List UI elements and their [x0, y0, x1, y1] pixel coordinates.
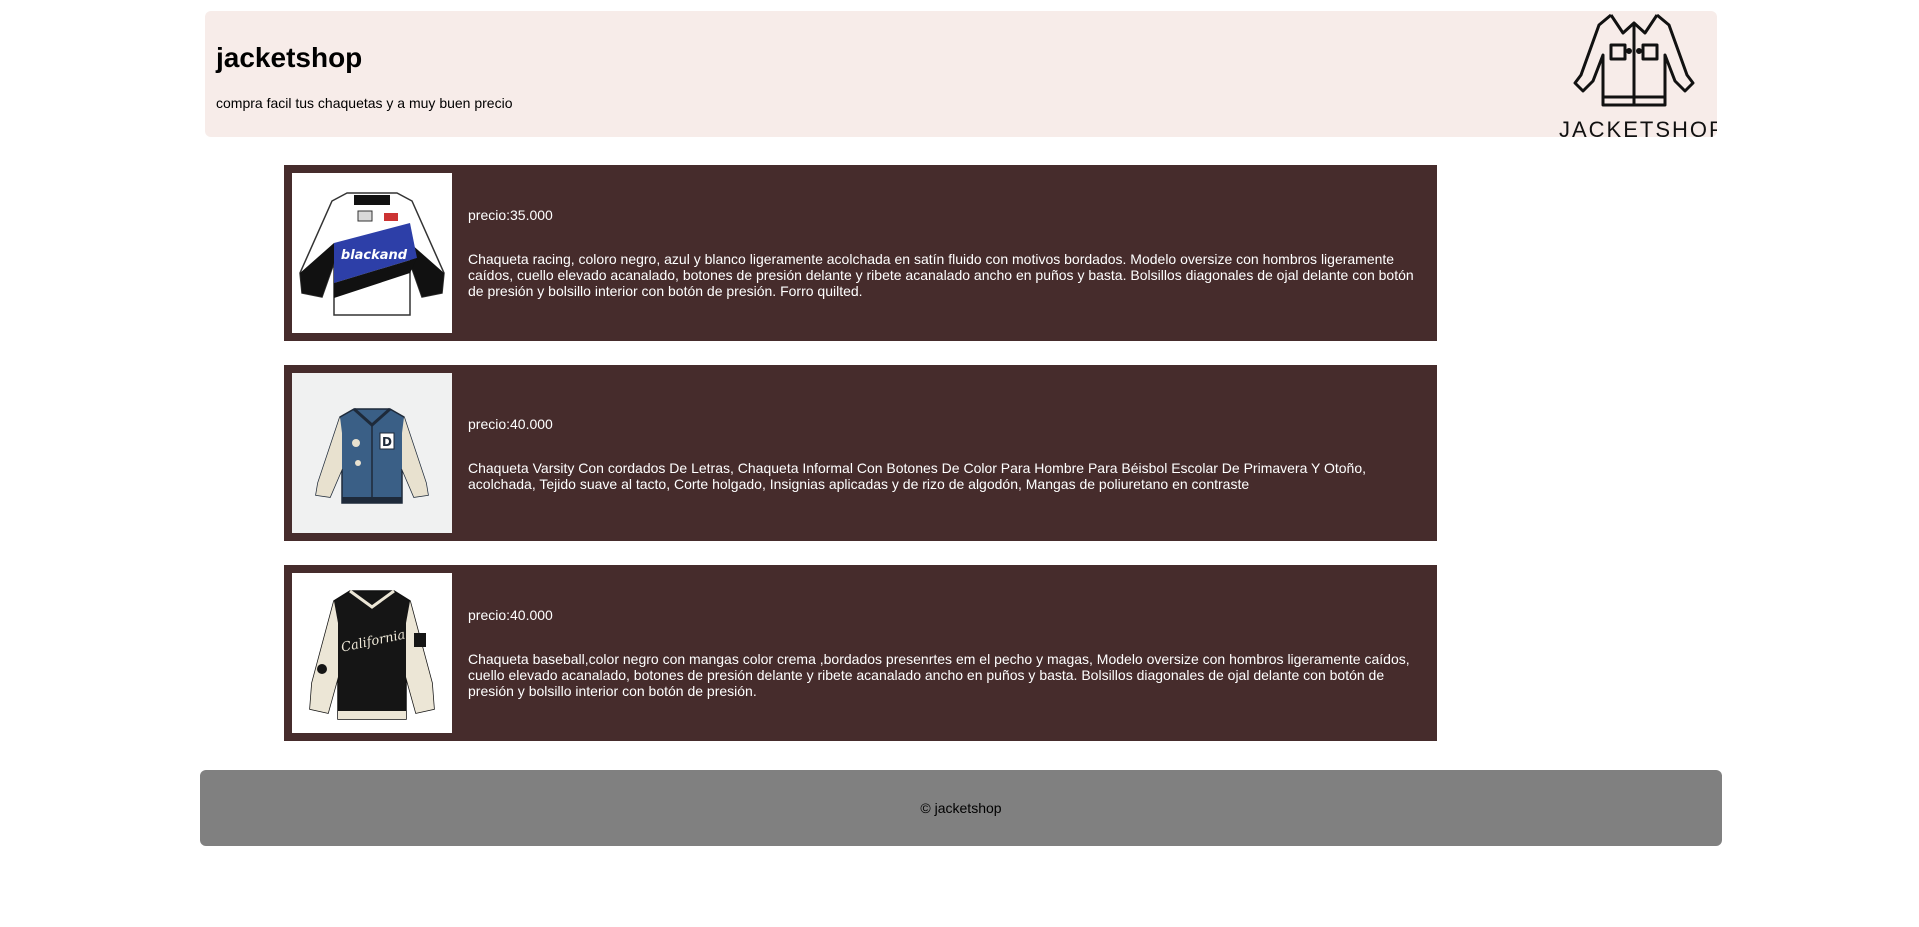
product-description: Chaqueta baseball,color negro con mangas…	[468, 651, 1410, 699]
product-image[interactable]: blackand	[292, 173, 452, 333]
racing-jacket-icon: blackand	[299, 192, 445, 316]
baseball-jacket-icon: California	[309, 589, 435, 720]
product-price: precio:40.000	[468, 607, 553, 623]
product-image-label: blackand	[341, 248, 408, 263]
product-info: precio:35.000 Chaqueta racing, coloro ne…	[468, 207, 1425, 299]
product-list: blackand precio:35.000 Chaqueta racing, …	[284, 165, 1437, 765]
footer-copyright: © jacketshop	[920, 800, 1002, 816]
site-title: jacketshop	[216, 42, 363, 73]
product-image[interactable]: D	[292, 373, 452, 533]
site-tagline: compra facil tus chaquetas y a muy buen …	[216, 95, 513, 111]
site-footer: © jacketshop	[200, 770, 1722, 846]
varsity-jacket-icon: D	[315, 407, 429, 504]
product-price: precio:35.000	[468, 207, 553, 223]
product-price: precio:40.000	[468, 416, 553, 432]
product-image-label: D	[382, 435, 392, 449]
product-info: precio:40.000 Chaqueta baseball,color ne…	[468, 607, 1425, 699]
product-description: Chaqueta racing, coloro negro, azul y bl…	[468, 251, 1414, 299]
logo-wordmark: JACKETSHOP	[1559, 117, 1717, 137]
product-card[interactable]: D precio:40.000 Chaqueta Varsity Con cor…	[284, 365, 1437, 541]
product-card[interactable]: blackand precio:35.000 Chaqueta racing, …	[284, 165, 1437, 341]
site-header: jacketshop compra facil tus chaquetas y …	[205, 11, 1717, 137]
jacketshop-logo[interactable]: JACKETSHOP	[1559, 11, 1717, 137]
product-image[interactable]: California	[292, 573, 452, 733]
product-info: precio:40.000 Chaqueta Varsity Con corda…	[468, 416, 1425, 492]
product-card[interactable]: California precio:40.000 Chaqueta baseba…	[284, 565, 1437, 741]
product-description: Chaqueta Varsity Con cordados De Letras,…	[468, 460, 1367, 492]
page: jacketshop compra facil tus chaquetas y …	[0, 0, 1919, 927]
